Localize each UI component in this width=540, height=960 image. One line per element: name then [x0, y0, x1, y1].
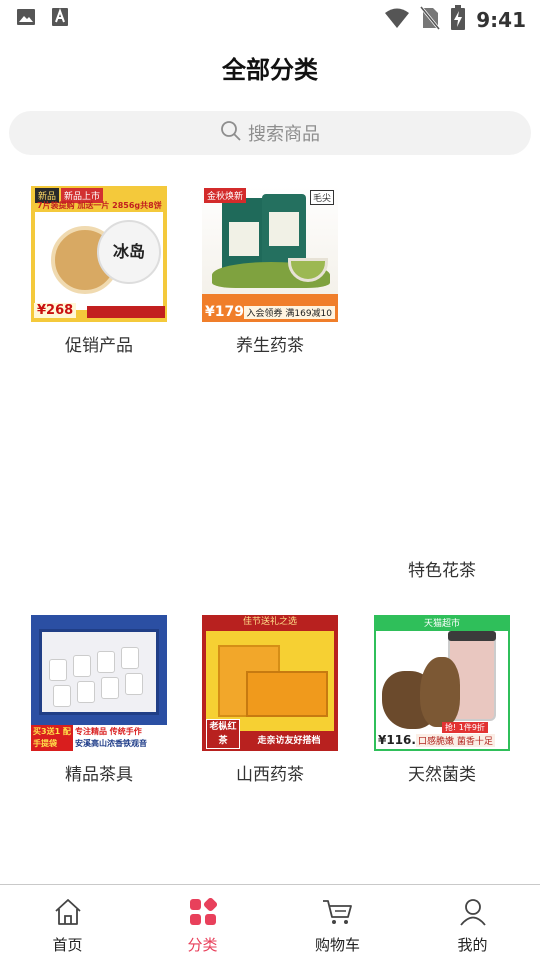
battery-charging-icon: [450, 5, 466, 35]
category-label: 促销产品: [65, 336, 133, 356]
page-title: 全部分类: [222, 56, 318, 84]
cart-icon: [322, 898, 354, 930]
category-image-fungi: 天猫超市 抢! 1件9折 ¥116.1 口感脆嫩 菌香十足: [374, 615, 510, 751]
tab-cart[interactable]: 购物车: [270, 885, 405, 960]
category-item-flower-tea[interactable]: 特色花茶: [362, 186, 522, 581]
tab-home[interactable]: 首页: [0, 885, 135, 960]
category-label: 特色花茶: [408, 561, 476, 581]
status-time: 9:41: [476, 8, 526, 32]
bottom-tab-bar: 首页 分类 购物车 我的: [0, 884, 540, 960]
category-image-flower-tea: [374, 186, 510, 547]
status-left-icons: [16, 7, 70, 31]
search-icon: [220, 120, 242, 146]
category-item-shanxi-tea[interactable]: 佳节送礼之选 老枞红茶 走亲访友好搭档 山西药茶: [190, 615, 350, 785]
wifi-icon: [384, 7, 410, 33]
category-item-promo[interactable]: 冰岛 新品 新品上市 7片装提购 加送一片 2856g共8饼 ¥268 促销产品: [19, 186, 179, 356]
category-image-shanxi-tea: 佳节送礼之选 老枞红茶 走亲访友好搭档: [202, 615, 338, 751]
category-item-health-tea[interactable]: 金秋焕新 毛尖 ¥179 入会领券 满169减10 养生药茶: [190, 186, 350, 356]
category-label: 天然菌类: [408, 765, 476, 785]
category-label: 山西药茶: [236, 765, 304, 785]
category-label: 精品茶具: [65, 765, 133, 785]
category-image-promo: 冰岛 新品 新品上市 7片装提购 加送一片 2856g共8饼 ¥268: [31, 186, 167, 322]
home-icon: [53, 898, 83, 930]
search-bar[interactable]: 搜索商品: [9, 111, 531, 155]
image-icon: [16, 7, 36, 31]
category-item-fungi[interactable]: 天猫超市 抢! 1件9折 ¥116.1 口感脆嫩 菌香十足 天然菌类: [362, 615, 522, 785]
category-image-health-tea: 金秋焕新 毛尖 ¥179 入会领券 满169减10: [202, 186, 338, 322]
tab-category[interactable]: 分类: [135, 885, 270, 960]
category-image-tea-set: 买3送1 配手提袋 专注精品 传统手作 安溪高山浓香铁观音: [31, 615, 167, 751]
no-sim-icon: [420, 6, 441, 34]
category-label: 养生药茶: [236, 336, 304, 356]
category-item-tea-set[interactable]: 买3送1 配手提袋 专注精品 传统手作 安溪高山浓香铁观音 精品茶具: [19, 615, 179, 785]
text-a-icon: [50, 7, 70, 31]
tab-profile[interactable]: 我的: [405, 885, 540, 960]
user-icon: [459, 898, 487, 930]
search-placeholder: 搜索商品: [248, 124, 320, 145]
status-right: 9:41: [384, 5, 526, 35]
category-icon: [189, 897, 217, 930]
status-bar: 9:41: [0, 0, 540, 36]
